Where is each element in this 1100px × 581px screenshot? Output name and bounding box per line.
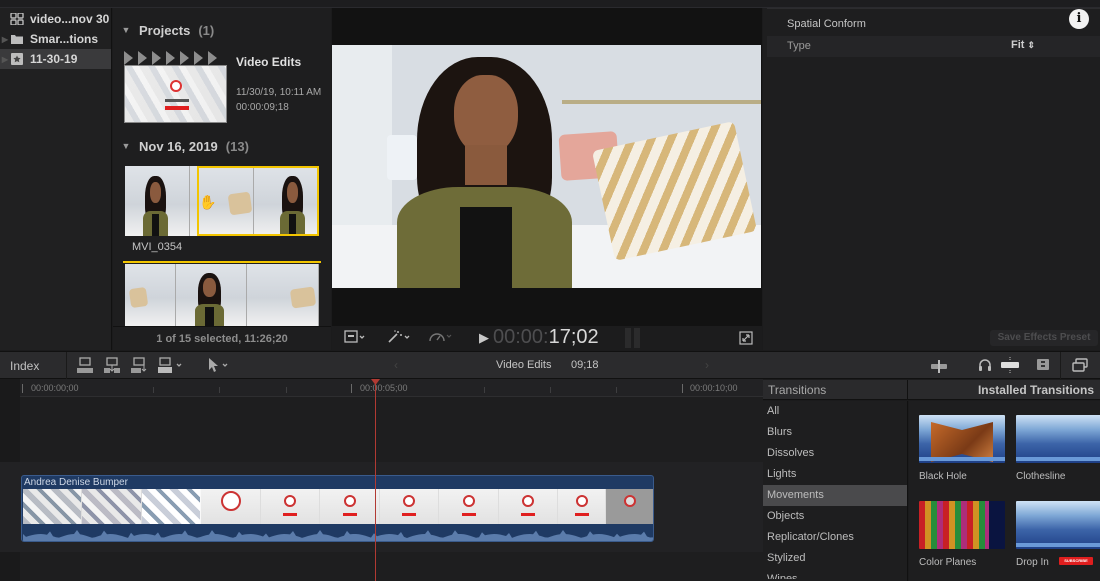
disclosure-triangle-icon[interactable]: ▼ bbox=[113, 25, 139, 35]
inspector-panel bbox=[763, 8, 1100, 350]
category-objects[interactable]: Objects bbox=[763, 506, 907, 527]
timeline-project-name: Video Edits bbox=[496, 359, 552, 371]
category-movements[interactable]: Movements bbox=[763, 485, 907, 506]
view-options-icon[interactable] bbox=[344, 330, 366, 347]
event-star-icon bbox=[10, 53, 24, 65]
transition-thumbnail bbox=[1016, 415, 1100, 463]
category-dissolves[interactable]: Dissolves bbox=[763, 443, 907, 464]
audio-meter-right bbox=[634, 328, 640, 348]
snapping-icon[interactable] bbox=[1036, 358, 1050, 375]
select-tool-icon[interactable] bbox=[206, 357, 234, 377]
timeline-project-duration: 09;18 bbox=[571, 359, 599, 371]
viewer-timecode[interactable]: 00:00:17;02 bbox=[493, 326, 599, 349]
project-date: 11/30/19, 10:11 AM bbox=[236, 87, 322, 98]
folder-icon bbox=[10, 33, 24, 45]
transitions-header: Transitions Installed Transitions bbox=[763, 380, 1100, 400]
type-popup[interactable]: Fit ⇕ bbox=[1011, 39, 1035, 51]
clip-frame bbox=[125, 166, 190, 236]
append-clip-icon[interactable] bbox=[130, 357, 148, 377]
audio-waveform bbox=[23, 525, 653, 541]
smart-collections-item[interactable]: ▶ Smar...tions bbox=[0, 29, 111, 49]
viewer-video-frame bbox=[332, 45, 761, 288]
viewer-controls: ▶ 00:00:17;02 bbox=[332, 326, 762, 350]
hand-cursor-icon: ✋ bbox=[199, 194, 217, 210]
retime-speed-icon[interactable] bbox=[428, 329, 454, 348]
play-icon[interactable]: ▶ bbox=[479, 330, 489, 346]
info-icon[interactable]: i bbox=[1069, 9, 1089, 29]
disclosure-triangle-icon[interactable]: ▶ bbox=[0, 55, 10, 64]
installed-transitions-title: Installed Transitions bbox=[977, 383, 1094, 397]
timeline-clip-filmstrip bbox=[23, 489, 653, 524]
projects-section-header[interactable]: ▼ Projects (1) bbox=[113, 20, 215, 40]
skimming-icon[interactable] bbox=[930, 359, 948, 376]
browser-panel: ▼ Projects (1) Video Edits 11/30/19, 10:… bbox=[113, 8, 331, 350]
timeline-clip[interactable]: Andrea Denise Bumper bbox=[21, 475, 654, 542]
playhead[interactable] bbox=[375, 382, 376, 581]
project-name: Video Edits bbox=[236, 55, 302, 69]
libraries-sidebar: video...nov 30 ▶ Smar...tions ▶ 11-30-19 bbox=[0, 8, 112, 350]
transitions-categories: All Blurs Dissolves Lights Movements Obj… bbox=[763, 401, 908, 581]
category-wipes[interactable]: Wipes bbox=[763, 569, 907, 579]
category-lights[interactable]: Lights bbox=[763, 464, 907, 485]
ruler-timecode: 00:00:05;00 bbox=[360, 383, 408, 393]
stepper-chevron-icon: ⇕ bbox=[1027, 40, 1036, 50]
presenter bbox=[397, 57, 572, 288]
timeline-ruler[interactable]: 00:00:00;00 00:00:05;00 00:00:10;00 bbox=[20, 379, 763, 397]
library-grid-icon bbox=[10, 12, 24, 26]
transitions-title: Transitions bbox=[768, 383, 827, 397]
forward-chevron-icon[interactable]: › bbox=[705, 358, 709, 372]
transition-clothesline[interactable]: Clothesline bbox=[1016, 415, 1100, 482]
smart-collections-label: Smar...tions bbox=[30, 32, 99, 46]
clip-appearance-icon[interactable] bbox=[1072, 358, 1088, 375]
subscribe-badge[interactable]: SUBSCRIBE bbox=[1059, 557, 1093, 565]
clip-name: MVI_0354 bbox=[132, 241, 183, 253]
event-label: 11-30-19 bbox=[30, 52, 78, 66]
transition-name: Clothesline bbox=[1016, 471, 1066, 482]
transition-name: Color Planes bbox=[919, 557, 977, 568]
event-section-header[interactable]: ▼ Nov 16, 2019 (13) bbox=[113, 136, 249, 156]
insert-clip-icon[interactable] bbox=[103, 357, 121, 377]
project-thumbnail bbox=[124, 65, 227, 123]
audio-skimming-headphones-icon[interactable] bbox=[978, 358, 992, 375]
connect-clip-icon[interactable] bbox=[76, 357, 94, 377]
browser-status: 1 of 15 selected, 11:26;20 bbox=[113, 326, 331, 350]
category-blurs[interactable]: Blurs bbox=[763, 422, 907, 443]
overwrite-clip-icon[interactable] bbox=[157, 357, 185, 377]
timeline-clip-title: Andrea Denise Bumper bbox=[24, 477, 128, 488]
disclosure-triangle-icon[interactable]: ▼ bbox=[113, 141, 139, 151]
clip-filmstrip[interactable] bbox=[125, 264, 319, 326]
solo-icon[interactable] bbox=[1000, 357, 1020, 376]
library-item[interactable]: video...nov 30 bbox=[0, 9, 111, 29]
fullscreen-icon[interactable] bbox=[739, 331, 753, 348]
back-chevron-icon[interactable]: ‹ bbox=[394, 358, 398, 372]
category-stylized[interactable]: Stylized bbox=[763, 548, 907, 569]
transitions-grid: Black Hole Clothesline Color Planes Drop… bbox=[909, 401, 1100, 581]
transition-thumbnail bbox=[1016, 501, 1100, 549]
timeline-toolbar: Index ‹ Video Edits 09;18 › bbox=[0, 351, 1100, 380]
ruler-timecode: 00:00:10;00 bbox=[690, 383, 738, 393]
top-strip bbox=[0, 0, 1100, 8]
category-all[interactable]: All bbox=[763, 401, 907, 422]
clip-selection-line bbox=[123, 261, 321, 263]
transition-thumbnail bbox=[919, 415, 1005, 463]
save-effects-preset-button[interactable]: Save Effects Preset bbox=[990, 330, 1098, 346]
project-duration: 00:00:09;18 bbox=[236, 102, 289, 113]
disclosure-triangle-icon[interactable]: ▶ bbox=[0, 35, 10, 44]
index-button[interactable]: Index bbox=[10, 359, 39, 373]
type-label: Type bbox=[787, 40, 811, 52]
event-item[interactable]: ▶ 11-30-19 bbox=[0, 49, 111, 69]
transition-name: Black Hole bbox=[919, 471, 967, 482]
transition-black-hole[interactable]: Black Hole bbox=[919, 415, 1007, 482]
category-replicator-clones[interactable]: Replicator/Clones bbox=[763, 527, 907, 548]
project-item[interactable] bbox=[124, 51, 227, 123]
audio-meter-left bbox=[625, 328, 631, 348]
inspector-section-title: Spatial Conform bbox=[787, 18, 866, 30]
inspector-row-type: Type Fit ⇕ bbox=[767, 36, 1100, 57]
transition-thumbnail bbox=[919, 501, 1005, 549]
library-label: video...nov 30 bbox=[30, 12, 110, 26]
clapperboard-icon bbox=[124, 51, 227, 65]
transition-color-planes[interactable]: Color Planes bbox=[919, 501, 1007, 568]
ruler-timecode: 00:00:00;00 bbox=[31, 383, 79, 393]
enhancements-wand-icon[interactable] bbox=[386, 329, 412, 348]
